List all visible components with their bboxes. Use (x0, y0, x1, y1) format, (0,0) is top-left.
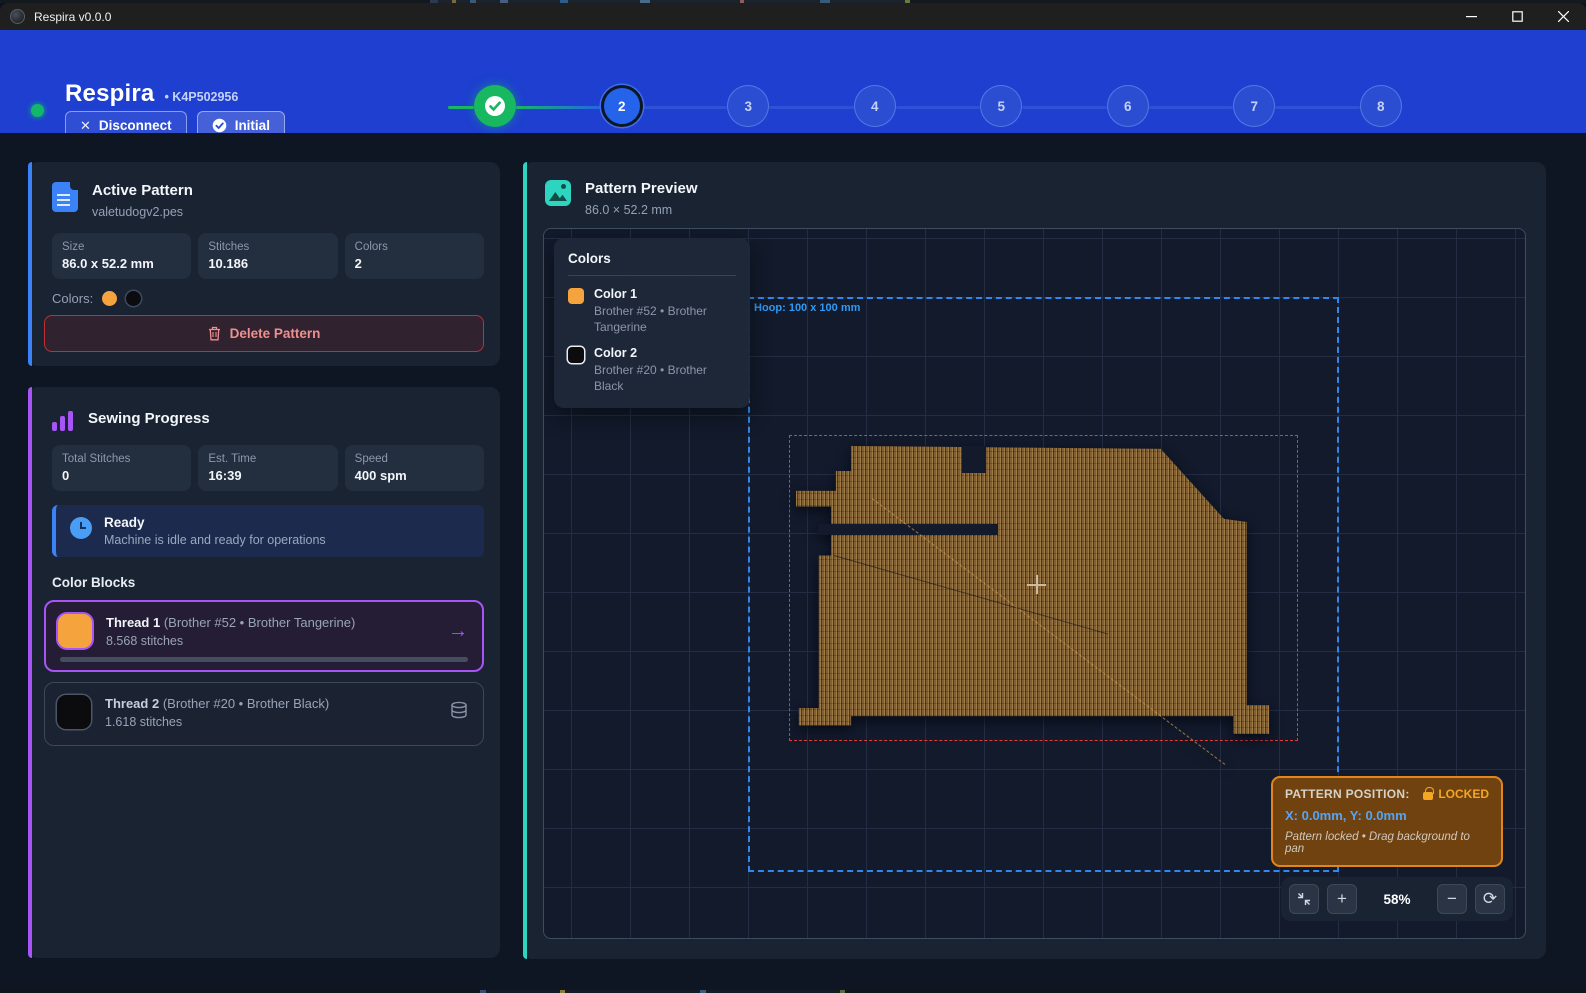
image-icon (545, 180, 571, 206)
step-circle-1 (474, 85, 516, 127)
active-pattern-card: Active Pattern valetudogv2.pes Size 86.0… (28, 162, 500, 366)
x-icon: ✕ (80, 118, 91, 134)
app-icon (10, 9, 25, 24)
locked-badge: LOCKED (1438, 787, 1489, 801)
check-icon (484, 95, 506, 117)
maximize-button[interactable] (1494, 3, 1540, 30)
window-controls (1448, 3, 1586, 30)
clock-icon (70, 517, 92, 539)
colors-label: Colors: (52, 291, 93, 306)
trash-icon (208, 326, 221, 341)
pattern-position-overlay: PATTERN POSITION: LOCKED X: 0.0mm, Y: 0.… (1271, 776, 1503, 867)
app-name: Respira (65, 80, 154, 108)
thread-1-block[interactable]: Thread 1 (Brother #52 • Brother Tangerin… (44, 600, 484, 672)
status-description: Machine is idle and ready for operations (104, 533, 326, 547)
position-title: PATTERN POSITION: (1285, 787, 1410, 801)
legend-title: Colors (568, 251, 736, 276)
stat-speed: Speed 400 spm (345, 445, 484, 491)
fit-view-button[interactable] (1289, 884, 1319, 914)
pattern-preview-card: Pattern Preview 86.0 × 52.2 mm Hoop: 100… (523, 162, 1546, 959)
pattern-preview-title: Pattern Preview (585, 180, 698, 197)
thread-2-name: Thread 2 (105, 696, 159, 711)
thread-2-stitches: 1.618 stitches (105, 715, 329, 729)
status-title: Ready (104, 515, 326, 530)
disconnect-label: Disconnect (99, 118, 172, 133)
preview-canvas[interactable]: Hoop: 100 x 100 mm Colors Color 1 Brothe… (543, 228, 1526, 939)
zoom-controls: + 58% − ⟳ (1281, 877, 1513, 921)
delete-pattern-button[interactable]: Delete Pattern (44, 315, 484, 352)
colors-legend: Colors Color 1 Brother #52 • Brother Tan… (554, 238, 750, 408)
card-accent (28, 162, 32, 366)
pattern-filename: valetudogv2.pes (92, 205, 193, 219)
legend-swatch-2 (568, 347, 584, 363)
reset-view-button[interactable]: ⟳ (1475, 884, 1505, 914)
pattern-dimensions: 86.0 × 52.2 mm (585, 203, 698, 217)
step-circle-7: 7 (1233, 85, 1275, 127)
zoom-out-button[interactable]: − (1437, 884, 1467, 914)
step-circle-2: 2 (601, 85, 643, 127)
thread-1-progress-bar (60, 657, 468, 662)
arrow-right-icon: → (448, 620, 468, 643)
window-title: Respira v0.0.0 (34, 10, 111, 24)
hoop-label: Hoop: 100 x 100 mm (754, 302, 860, 314)
thread-1-detail: (Brother #52 • Brother Tangerine) (164, 615, 355, 630)
thread-2-detail: (Brother #20 • Brother Black) (163, 696, 329, 711)
thread-1-stitches: 8.568 stitches (106, 634, 355, 648)
card-accent (28, 387, 32, 958)
zoom-level: 58% (1365, 892, 1429, 907)
sewing-progress-card: Sewing Progress Total Stitches 0 Est. Ti… (28, 387, 500, 958)
zoom-in-button[interactable]: + (1327, 884, 1357, 914)
brand: Respira • K4P502956 (65, 80, 238, 108)
main-content: Active Pattern valetudogv2.pes Size 86.0… (0, 133, 1586, 990)
stat-size: Size 86.0 x 52.2 mm (52, 233, 191, 279)
stack-icon (449, 700, 469, 725)
minimize-button[interactable] (1448, 3, 1494, 30)
active-pattern-title: Active Pattern (92, 182, 193, 199)
card-accent (523, 162, 527, 959)
file-icon (52, 182, 78, 212)
color-dot-2 (126, 291, 141, 306)
stat-stitches: Stitches 10.186 (198, 233, 337, 279)
step-circle-8: 8 (1360, 85, 1402, 127)
step-circle-4: 4 (854, 85, 896, 127)
bar-chart-icon (52, 409, 74, 431)
thread-1-swatch (58, 614, 92, 648)
step-circle-6: 6 (1107, 85, 1149, 127)
color-dot-1 (102, 291, 117, 306)
window-titlebar: Respira v0.0.0 (0, 3, 1586, 30)
thread-2-block[interactable]: Thread 2 (Brother #20 • Brother Black) 1… (44, 682, 484, 746)
stat-total-stitches: Total Stitches 0 (52, 445, 191, 491)
app-header: Respira • K4P502956 ✕ Disconnect Initial… (0, 30, 1586, 133)
position-note: Pattern locked • Drag background to pan (1285, 831, 1489, 855)
center-crosshair-icon (1027, 575, 1046, 594)
device-serial: • K4P502956 (164, 90, 238, 104)
sewing-progress-title: Sewing Progress (88, 410, 210, 427)
legend-swatch-1 (568, 288, 584, 304)
initial-label: Initial (235, 118, 270, 133)
thread-2-swatch (57, 695, 91, 729)
check-circle-icon (212, 118, 227, 133)
color-blocks-label: Color Blocks (28, 557, 500, 590)
step-circle-5: 5 (980, 85, 1022, 127)
step-circle-3: 3 (727, 85, 769, 127)
stat-colors: Colors 2 (345, 233, 484, 279)
lock-icon (1423, 792, 1433, 800)
close-button[interactable] (1540, 3, 1586, 30)
thread-1-name: Thread 1 (106, 615, 160, 630)
delete-pattern-label: Delete Pattern (230, 326, 321, 341)
legend-item-color2: Color 2 Brother #20 • Brother Black (568, 346, 736, 394)
stat-est-time: Est. Time 16:39 (198, 445, 337, 491)
legend-item-color1: Color 1 Brother #52 • Brother Tangerine (568, 287, 736, 335)
position-coordinates: X: 0.0mm, Y: 0.0mm (1285, 808, 1489, 823)
pattern-notch (962, 446, 986, 473)
machine-status-box: Ready Machine is idle and ready for oper… (52, 505, 484, 557)
connection-status-dot (31, 104, 44, 117)
